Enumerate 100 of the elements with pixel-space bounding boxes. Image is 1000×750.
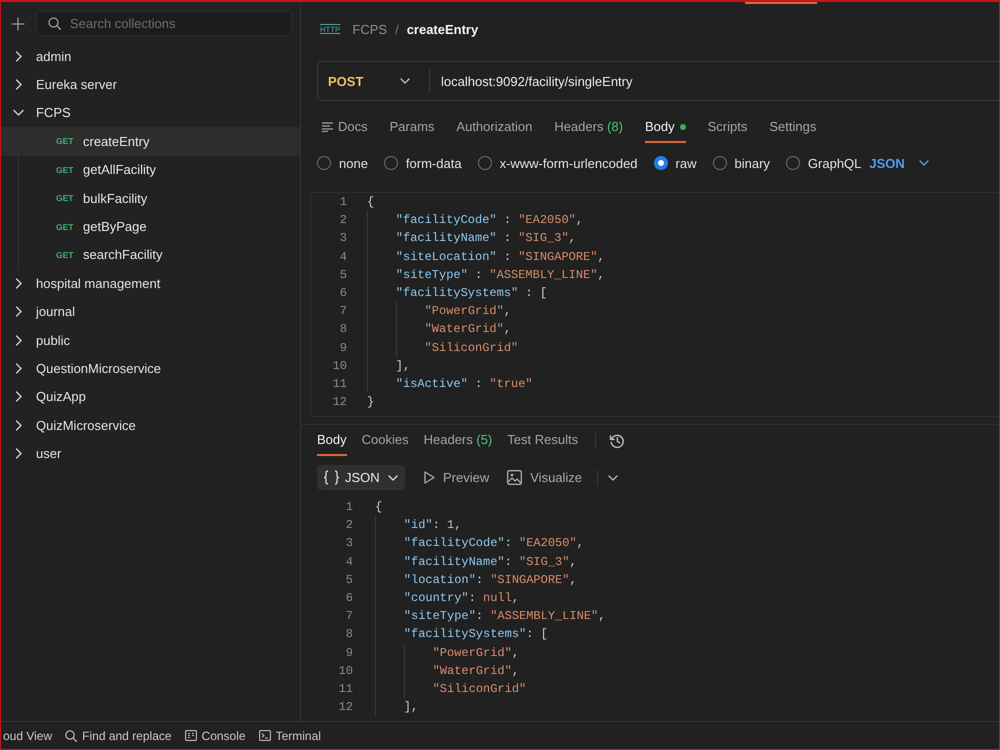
radio-button[interactable] <box>317 156 331 170</box>
chevron-down-icon[interactable] <box>608 474 618 480</box>
status-bar-button[interactable]: oud View <box>3 728 52 742</box>
radio-label[interactable]: raw <box>676 156 696 170</box>
request-tab[interactable]: Body <box>644 112 686 143</box>
line-number: 3 <box>344 536 353 550</box>
radio-label[interactable]: GraphQL <box>808 156 862 170</box>
radio-button[interactable] <box>384 156 398 170</box>
console-icon <box>184 730 197 741</box>
collection-item[interactable]: QuizMicroservice <box>1 411 300 440</box>
chevron-down-icon <box>388 474 398 480</box>
breadcrumb-separator: / <box>395 22 399 36</box>
request-item[interactable]: GET searchFacility <box>1 240 300 270</box>
line-number: 10 <box>338 664 353 678</box>
plus-icon[interactable] <box>11 16 25 30</box>
breadcrumb-link[interactable]: FCPS <box>352 22 388 36</box>
code-line: "isActive" : "true" <box>396 376 533 391</box>
line-number: 6 <box>338 286 347 300</box>
request-body-editor[interactable] <box>310 192 999 417</box>
format-dropdown[interactable]: JSON <box>869 156 929 170</box>
collection-item[interactable]: admin <box>1 42 300 70</box>
search-field[interactable]: Search collections <box>36 11 292 36</box>
code-line: "facilityName": "SIG_3", <box>404 554 577 569</box>
status-bar-button[interactable]: Console <box>184 728 246 742</box>
request-item[interactable]: GET bulkFacility <box>1 184 300 212</box>
collection-item[interactable]: journal <box>1 298 300 326</box>
response-tab[interactable]: Body <box>317 425 347 456</box>
collection-item[interactable]: QuizApp <box>1 382 300 412</box>
line-number: 4 <box>344 554 353 569</box>
url-field[interactable]: localhost:9092/facility/singleEntry <box>430 74 632 88</box>
view-option-button[interactable]: Preview <box>424 470 490 485</box>
code-line: "facilitySystems": [ <box>404 627 548 642</box>
code-line: "facilityName" : "SIG_3", <box>396 231 576 246</box>
collection-item[interactable]: public <box>1 326 300 354</box>
line-number: 5 <box>344 572 353 587</box>
radio-label[interactable]: none <box>339 156 368 170</box>
response-tab[interactable]: Headers (5) <box>424 425 492 456</box>
active-tab-marker <box>745 2 817 4</box>
code-line: { <box>367 195 374 210</box>
line-number: 6 <box>344 591 353 606</box>
radio-label[interactable]: binary <box>734 156 770 170</box>
method-label: GET <box>56 222 73 232</box>
collection-item[interactable]: FCPS <box>1 98 300 128</box>
status-bar-button[interactable]: Find and replace <box>65 728 172 742</box>
image-icon <box>507 470 522 485</box>
code-line: "location": "SINGAPORE", <box>404 572 577 587</box>
request-tab[interactable]: Params <box>390 112 434 143</box>
collection-item[interactable]: QuestionMicroservice <box>1 354 300 383</box>
radio-button[interactable] <box>712 156 726 170</box>
radio-button[interactable] <box>786 156 800 170</box>
request-tab[interactable]: Headers (8) <box>554 112 623 143</box>
code-line: ], <box>396 358 410 373</box>
line-number: 11 <box>338 682 353 696</box>
code-line: "WaterGrid", <box>432 664 520 678</box>
radio-button[interactable] <box>654 156 668 170</box>
method-label: GET <box>56 193 73 204</box>
terminal-icon <box>258 730 271 741</box>
request-item[interactable]: GET createEntry <box>1 127 300 156</box>
line-number: 7 <box>344 609 353 624</box>
line-number: 9 <box>344 646 353 660</box>
code-line: "siteLocation" : "SINGAPORE", <box>396 250 605 264</box>
view-option-button[interactable]: Visualize <box>507 470 582 485</box>
radio-button[interactable] <box>478 156 492 170</box>
line-number: 9 <box>338 340 347 355</box>
response-tab[interactable]: Test Results <box>507 425 578 456</box>
status-bar-button[interactable]: Terminal <box>258 728 321 742</box>
code-line: "SiliconGrid" <box>424 340 518 355</box>
code-line: "PowerGrid", <box>432 646 520 660</box>
radio-label[interactable]: form-data <box>406 156 462 170</box>
line-number: 5 <box>338 268 347 282</box>
radio-label[interactable]: x-www-form-urlencoded <box>500 156 638 170</box>
chevron-down-icon <box>918 160 929 166</box>
method-label: GET <box>56 136 73 146</box>
request-tab[interactable]: Scripts <box>708 112 748 143</box>
request-tab[interactable]: Settings <box>769 112 816 143</box>
braces-icon <box>323 470 340 485</box>
line-number: 2 <box>344 518 353 532</box>
line-number: 2 <box>338 213 347 228</box>
code-line: { <box>375 500 382 514</box>
request-tab[interactable]: Authorization <box>456 112 532 143</box>
request-tab[interactable]: Docs <box>322 112 368 143</box>
docs-icon <box>322 122 333 132</box>
response-tab[interactable]: Cookies <box>362 425 409 456</box>
line-number: 8 <box>344 627 353 642</box>
collection-item[interactable]: hospital management <box>1 269 300 298</box>
method-dropdown[interactable]: POST <box>318 62 429 100</box>
collection-item[interactable]: Eureka server <box>1 70 300 99</box>
code-line: "facilityCode" : "EA2050", <box>396 213 584 228</box>
request-item[interactable]: GET getAllFacility <box>1 156 300 184</box>
request-item[interactable]: GET getByPage <box>1 212 300 241</box>
format-dropdown[interactable]: JSON <box>317 465 405 490</box>
line-number: 11 <box>332 376 347 391</box>
code-line: "country": null, <box>404 591 520 606</box>
line-number: 10 <box>332 358 347 373</box>
method-label: GET <box>56 164 73 175</box>
code-line: "facilitySystems" : [ <box>396 286 548 300</box>
chevron-down-icon <box>400 78 410 84</box>
history-icon[interactable] <box>609 432 626 448</box>
collection-item[interactable]: user <box>1 439 300 468</box>
line-number: 1 <box>338 195 347 210</box>
